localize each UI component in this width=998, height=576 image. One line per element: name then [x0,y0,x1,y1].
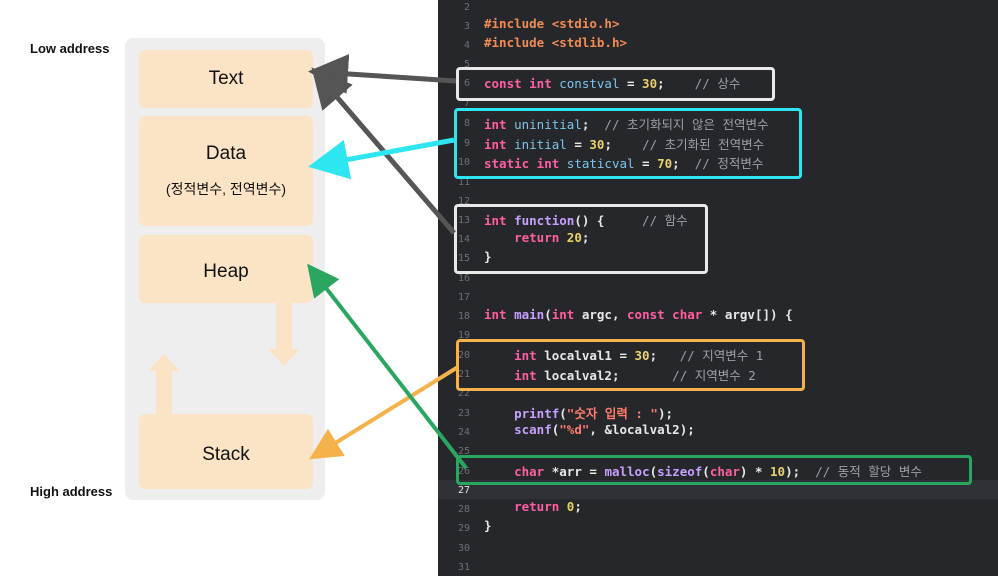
code-editor: 2 3 4 5 6 7 8 9 10 11 12 13 14 15 16 17 18 19 20 21 22 23 24 25… [438,0,998,576]
line-number: 31 [457,562,470,573]
code-line-24: scanf("%d", &localval2); [514,422,695,437]
code-line-4: #include <stdlib.h> [484,35,627,50]
high-address-label: High address [30,484,113,499]
const-to-text-arrow [308,53,457,94]
data-segment-label: Data [205,143,247,164]
stack-segment-label: Stack [202,444,250,465]
globals-to-data-arrow [308,137,455,180]
malloc-highlight-box [456,455,972,485]
line-number: 17 [457,292,470,303]
heap-segment-label: Heap [203,261,249,282]
text-segment: Text [139,50,313,108]
code-line-18: int main(int argc, const char * argv[]) … [484,307,793,322]
code-line-3: #include <stdio.h> [484,16,620,31]
function-highlight-box [454,204,708,274]
stack-segment: Stack [139,414,313,489]
line-number: 16 [457,273,470,284]
function-to-text-arrow [311,67,456,235]
line-number: 27 [457,485,470,496]
line-number: 4 [463,40,470,51]
code-line-23: printf("숫자 입력 : "); [514,406,674,421]
data-segment-sublabel: (정적변수, 전역변수) [165,181,287,197]
line-number: 30 [457,543,470,554]
line-number: 3 [463,21,470,32]
heap-segment: Heap [139,235,313,303]
data-segment: Data (정적변수, 전역변수) [139,116,313,226]
line-number: 24 [457,427,470,438]
global-vars-highlight-box [454,108,802,179]
local-vars-highlight-box [456,339,805,391]
line-number: 29 [457,523,470,534]
text-segment-label: Text [208,68,244,89]
line-number: 18 [457,311,470,322]
line-number: 2 [463,2,470,13]
code-line-28: return 0; [514,499,582,514]
locals-to-stack-arrow [309,365,460,460]
line-number: 28 [457,504,470,515]
line-number: 23 [457,408,470,419]
low-address-label: Low address [30,41,110,56]
const-highlight-box [456,67,775,101]
code-line-29: } [484,518,492,533]
